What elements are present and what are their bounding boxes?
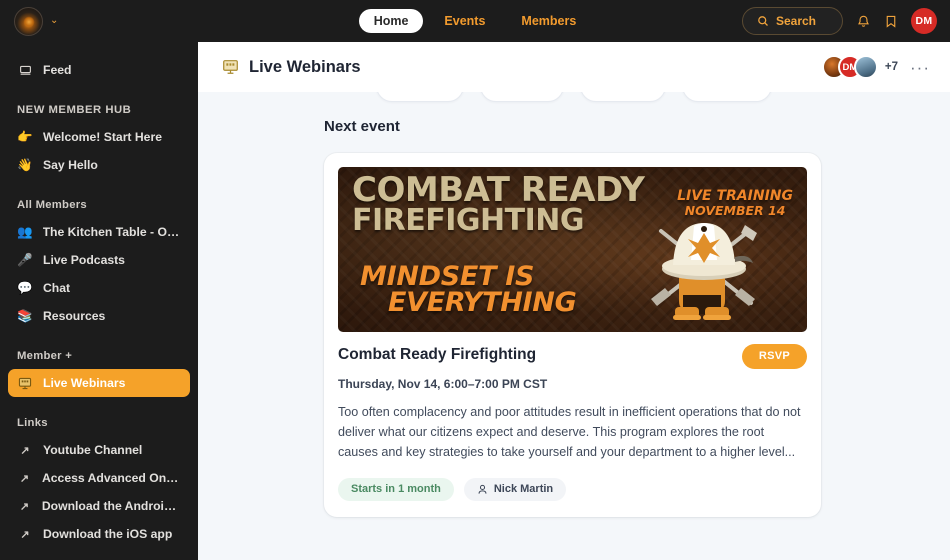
filter-chip[interactable] [682, 92, 772, 102]
app-window: ⌄ Home Events Members Search DM Feed NEW… [0, 0, 950, 560]
filter-chip-row [198, 92, 950, 102]
rsvp-button[interactable]: RSVP [741, 344, 807, 369]
topbar-actions: Search DM [741, 7, 950, 35]
event-status-badge: Starts in 1 month [338, 477, 454, 501]
pointing-hand-icon: 👉 [17, 129, 33, 144]
filter-chip[interactable] [376, 92, 464, 102]
sidebar-link-access-advanced-online[interactable]: ↗ Access Advanced Onlin... [8, 464, 190, 492]
external-link-arrow-icon: ↗ [19, 472, 30, 485]
event-meta-row: Starts in 1 month Nick Martin [338, 463, 807, 517]
event-banner-image: COMBAT READY FIREFIGHTING LIVE TRAINING … [338, 167, 807, 332]
event-card[interactable]: COMBAT READY FIREFIGHTING LIVE TRAINING … [324, 153, 821, 517]
sidebar-item-chat[interactable]: 💬 Chat [8, 274, 190, 302]
sidebar-heading-links: Links [17, 417, 48, 429]
member-overflow-count[interactable]: +7 [885, 61, 898, 73]
sidebar-item-resources[interactable]: 📚 Resources [8, 302, 190, 330]
top-navigation-bar: ⌄ Home Events Members Search DM [0, 0, 950, 42]
banner-title-line2: FIREFIGHTING [352, 202, 585, 238]
page-title: Live Webinars [222, 58, 361, 77]
sidebar-item-label: Access Advanced Onlin... [41, 471, 181, 485]
event-datetime: Thursday, Nov 14, 6:00–7:00 PM CST [338, 377, 548, 391]
event-host-name: Nick Martin [493, 482, 554, 495]
webinar-screen-icon [222, 59, 239, 75]
sidebar-item-label: Welcome! Start Here [43, 130, 162, 144]
sidebar-heading-all-members: All Members [17, 199, 87, 211]
banner-title: COMBAT READY FIREFIGHTING [352, 173, 645, 238]
event-header-row: Combat Ready Firefighting RSVP [338, 332, 807, 369]
firefighter-gear-illustration [645, 195, 763, 328]
avatar[interactable] [853, 55, 878, 79]
page-title-text: Live Webinars [249, 57, 361, 76]
sidebar-item-feed[interactable]: Feed [8, 56, 190, 84]
filter-chip[interactable] [480, 92, 564, 102]
external-link-arrow-icon: ↗ [19, 500, 30, 513]
filter-chip[interactable] [580, 92, 666, 102]
page-header-actions: DM +7 ··· [821, 55, 930, 79]
user-avatar[interactable]: DM [911, 8, 937, 34]
search-label: Search [775, 14, 816, 28]
content-scroll-area[interactable]: Next event COMBAT READY FIREFIGHTING LIV… [198, 92, 950, 560]
tv-screen-icon [17, 377, 33, 390]
sidebar: Feed NEW MEMBER HUB 👉 Welcome! Start Her… [0, 42, 198, 560]
external-link-arrow-icon: ↗ [20, 444, 30, 457]
external-link-arrow-icon: ↗ [20, 528, 30, 541]
event-host-badge[interactable]: Nick Martin [463, 477, 567, 501]
microphone-icon: 🎤 [17, 252, 33, 267]
sidebar-link-download-android-app[interactable]: ↗ Download the Android a... [8, 492, 190, 520]
person-icon [477, 484, 488, 495]
people-icon: 👥 [17, 224, 33, 239]
sidebar-item-label: Live Podcasts [43, 253, 125, 267]
sidebar-item-label: The Kitchen Table - Open... [42, 225, 181, 239]
speech-bubble-icon: 💬 [17, 280, 33, 295]
sidebar-link-download-ios-app[interactable]: ↗ Download the iOS app [8, 520, 190, 548]
search-button[interactable]: Search [741, 7, 843, 35]
bell-icon[interactable] [856, 14, 871, 29]
nav-item-events[interactable]: Events [429, 9, 500, 34]
sidebar-item-label: Youtube Channel [43, 443, 143, 457]
sidebar-item-label: Feed [43, 63, 72, 77]
main-content: Live Webinars DM +7 ··· Next event COMBA… [198, 42, 950, 560]
event-title: Combat Ready Firefighting [338, 346, 537, 363]
banner-tagline: MINDSET IS EVERYTHING [360, 263, 577, 319]
waving-hand-icon: 👋 [17, 157, 33, 172]
sidebar-item-say-hello[interactable]: 👋 Say Hello [8, 151, 190, 179]
sidebar-item-label: Resources [43, 309, 106, 323]
books-icon: 📚 [17, 308, 33, 323]
banner-tagline-line2: EVERYTHING [388, 287, 577, 319]
app-body: Feed NEW MEMBER HUB 👉 Welcome! Start Her… [0, 42, 950, 560]
sidebar-heading-member-plus: Member + [17, 350, 73, 362]
event-description: Too often complacency and poor attitudes… [338, 405, 801, 459]
sidebar-item-label: Live Webinars [43, 376, 126, 390]
sidebar-item-label: Download the Android a... [41, 499, 181, 513]
sidebar-item-live-webinars[interactable]: Live Webinars [8, 369, 190, 397]
page-header: Live Webinars DM +7 ··· [198, 42, 950, 92]
sidebar-item-live-podcasts[interactable]: 🎤 Live Podcasts [8, 246, 190, 274]
sidebar-item-label: Download the iOS app [43, 527, 173, 541]
sidebar-item-label: Say Hello [43, 158, 98, 172]
search-icon [757, 15, 769, 27]
sidebar-item-welcome-start-here[interactable]: 👉 Welcome! Start Here [8, 123, 190, 151]
more-options-icon[interactable]: ··· [910, 59, 930, 76]
feed-icon [17, 64, 33, 77]
sidebar-item-kitchen-table[interactable]: 👥 The Kitchen Table - Open... [8, 218, 190, 246]
nav-item-members[interactable]: Members [506, 9, 591, 34]
sidebar-item-label: Chat [43, 281, 71, 295]
sidebar-heading-new-member-hub: NEW MEMBER HUB [17, 104, 132, 116]
member-avatar-stack[interactable]: DM +7 [821, 55, 898, 79]
nav-item-home[interactable]: Home [358, 8, 424, 34]
bookmark-icon[interactable] [884, 14, 898, 29]
sidebar-link-youtube-channel[interactable]: ↗ Youtube Channel [8, 436, 190, 464]
